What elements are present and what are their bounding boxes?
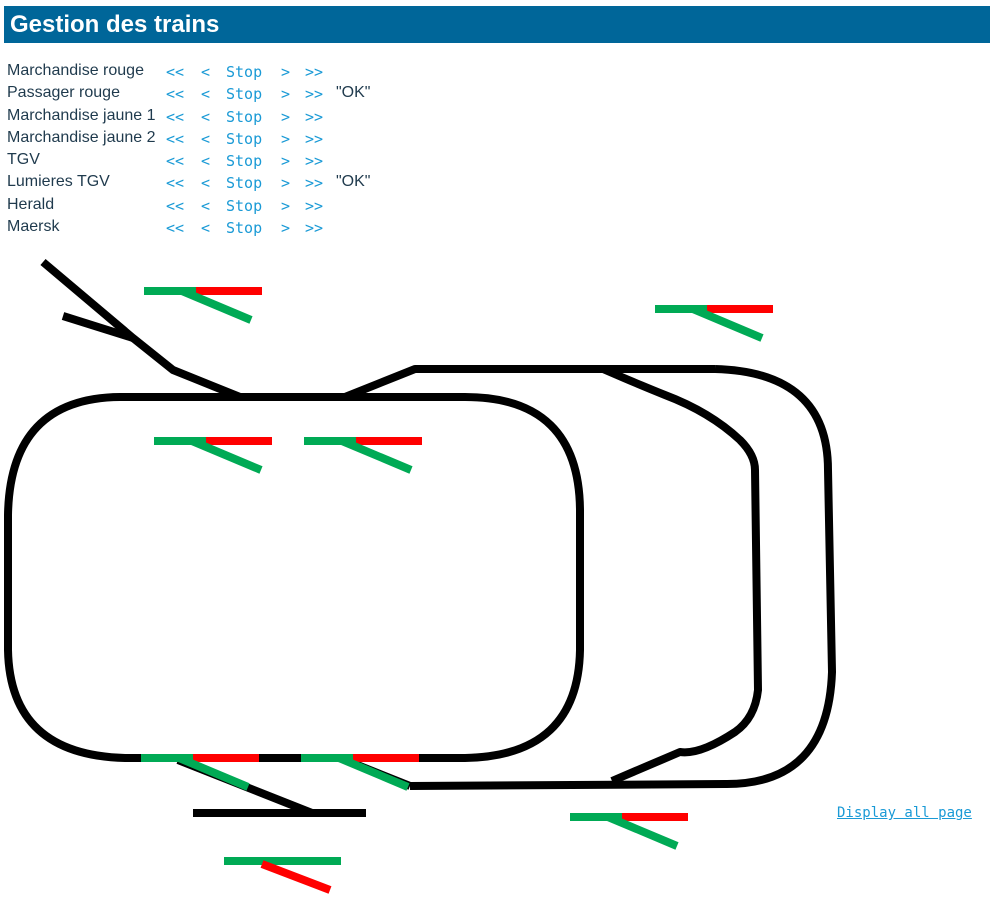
track-switch[interactable]	[154, 437, 272, 474]
track-branch	[40, 258, 242, 401]
track-switch[interactable]	[570, 813, 688, 850]
track-switch[interactable]	[224, 857, 341, 894]
track-switch[interactable]	[144, 287, 262, 324]
track-loop-outer	[409, 365, 836, 790]
track-loop-main	[4, 393, 584, 762]
track-switch[interactable]	[304, 437, 422, 474]
track-layout	[4, 258, 836, 894]
track-loop-middle	[601, 365, 762, 785]
display-all-page-link[interactable]: Display all page	[837, 805, 972, 821]
track-switch[interactable]	[655, 305, 773, 342]
